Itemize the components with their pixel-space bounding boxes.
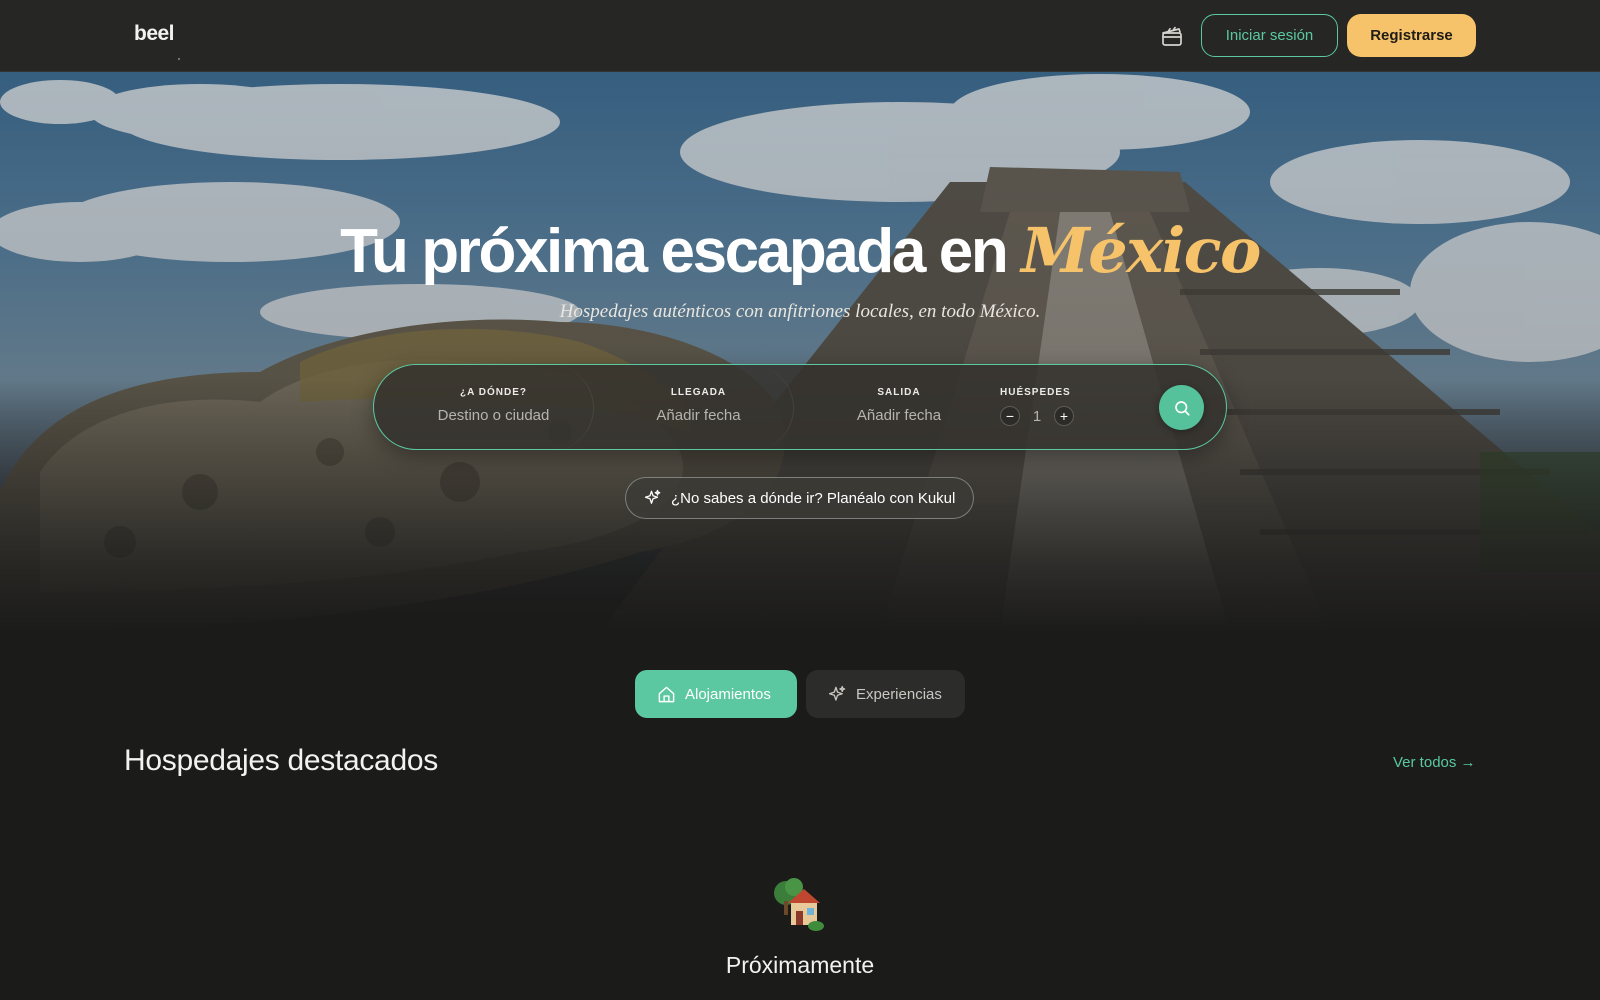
guests-decrement-button[interactable]: − xyxy=(1000,406,1020,426)
destination-label: ¿A DÓNDE? xyxy=(460,387,527,398)
destination-input[interactable]: Destino o ciudad xyxy=(394,407,593,424)
section-title: Hospedajes destacados xyxy=(124,744,438,777)
house-icon xyxy=(658,686,675,702)
sparkles-icon xyxy=(644,489,661,504)
destination-field[interactable]: ¿A DÓNDE? Destino o ciudad xyxy=(394,365,594,451)
tab-alojamientos-label: Alojamientos xyxy=(685,685,771,703)
guests-stepper: − 1 + xyxy=(1000,406,1080,426)
search-bar: ¿A DÓNDE? Destino o ciudad LLEGADA Añadi… xyxy=(373,364,1227,451)
logo-dot xyxy=(178,58,180,60)
login-button[interactable]: Iniciar sesión xyxy=(1201,14,1338,57)
guests-increment-button[interactable]: + xyxy=(1054,406,1074,426)
coming-soon-text: Próximamente xyxy=(725,952,875,978)
departure-input[interactable]: Añadir fecha xyxy=(804,407,994,424)
logo[interactable]: beel xyxy=(134,22,175,46)
top-navbar: beel Iniciar sesión Registrarse xyxy=(0,0,1600,72)
arrival-field[interactable]: LLEGADA Añadir fecha xyxy=(604,365,794,451)
clapperboard-icon[interactable] xyxy=(1160,24,1184,48)
departure-field[interactable]: SALIDA Añadir fecha xyxy=(804,365,994,451)
arrival-label: LLEGADA xyxy=(670,387,727,398)
search-button[interactable] xyxy=(1159,385,1204,430)
hero-title-main: Tu próxima escapada en xyxy=(340,217,1022,286)
hero-subtitle: Hospedajes auténticos con anfitriones lo… xyxy=(559,301,1041,322)
guests-count: 1 xyxy=(1032,407,1042,425)
sparkles-icon xyxy=(828,685,846,701)
departure-label: SALIDA xyxy=(877,387,921,398)
guests-field: HUÉSPEDES − 1 + xyxy=(1000,365,1110,451)
tab-experiencias-label: Experiencias xyxy=(856,685,942,703)
arrival-input[interactable]: Añadir fecha xyxy=(604,407,793,424)
kukul-planner-button[interactable]: ¿No sabes a dónde ir? Planéalo con Kukul xyxy=(625,477,974,519)
tab-experiencias[interactable]: Experiencias xyxy=(806,670,965,718)
hero-title-accent: México xyxy=(1021,214,1261,287)
signup-button[interactable]: Registrarse xyxy=(1347,14,1476,57)
hero-section: Tu próxima escapada en México Hospedajes… xyxy=(0,72,1600,632)
hero-overlay xyxy=(0,72,1600,632)
search-icon xyxy=(1174,400,1190,416)
tab-alojamientos[interactable]: Alojamientos xyxy=(635,670,797,718)
see-all-link[interactable]: Ver todos → xyxy=(1393,754,1476,771)
kukul-label: ¿No sabes a dónde ir? Planéalo con Kukul xyxy=(671,489,956,507)
house-with-garden-emoji xyxy=(774,878,824,931)
hero-title: Tu próxima escapada en México xyxy=(0,214,1600,287)
guests-label: HUÉSPEDES xyxy=(1000,387,1071,398)
